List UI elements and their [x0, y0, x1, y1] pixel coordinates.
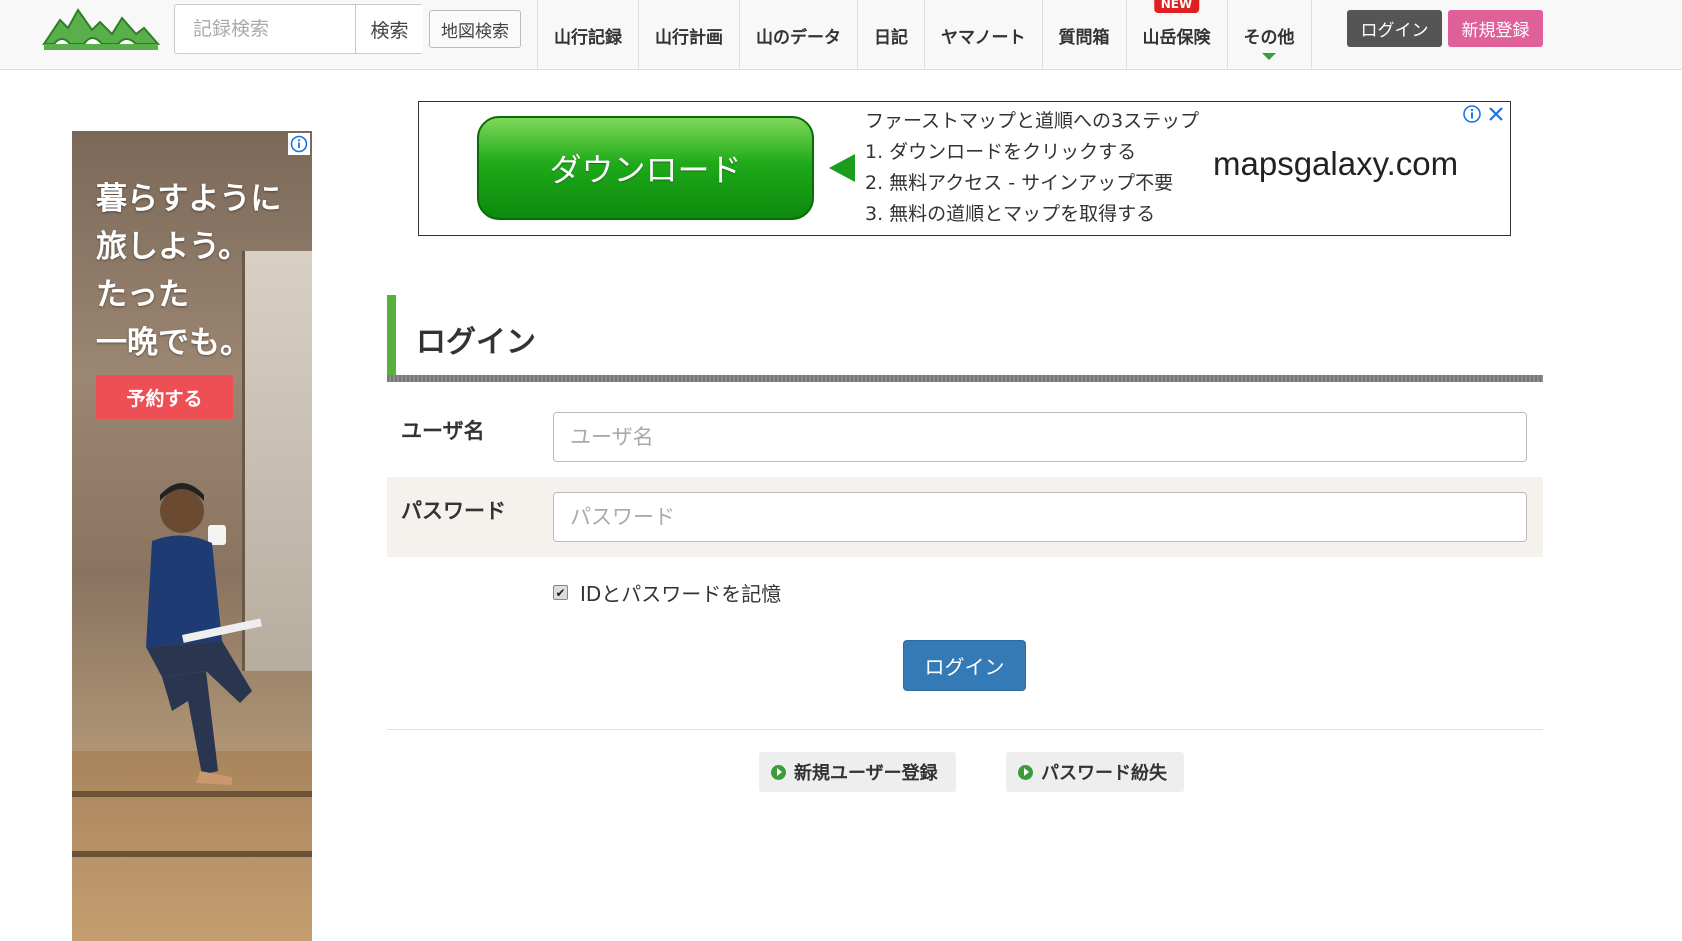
remember-checkbox[interactable]: ✔ [553, 585, 568, 600]
nav-label: 山のデータ [756, 27, 841, 48]
record-search-input[interactable] [175, 5, 355, 53]
ad-info-icon[interactable] [288, 133, 310, 155]
username-field[interactable] [553, 412, 1527, 462]
nav-insurance[interactable]: NEW 山岳保険 [1127, 0, 1228, 70]
ad-download-button[interactable]: ダウンロード [477, 116, 814, 220]
nav-label: 質問箱 [1058, 27, 1110, 48]
ad-copy-line: たった [96, 277, 189, 313]
login-section-heading: ログイン [387, 295, 1543, 375]
lost-password-link[interactable]: パスワード紛失 [1006, 752, 1184, 792]
side-ad-banner[interactable]: 暮らすように 旅しよう。 たった 一晩でも。 予約する [72, 131, 312, 941]
nav-records[interactable]: 山行記録 [538, 0, 639, 70]
ad-step: 1. ダウンロードをクリックする [865, 141, 1137, 163]
ad-domain: mapsgalaxy.com [1213, 145, 1459, 182]
divider [387, 729, 1543, 730]
caret-down-icon [1262, 53, 1276, 60]
header-register-button[interactable]: 新規登録 [1448, 10, 1543, 47]
password-label: パスワード [401, 499, 506, 523]
ad-steps: ファーストマップと道順への3ステップ 1. ダウンロードをクリックする 2. 無… [865, 106, 1199, 230]
nav-yamanote[interactable]: ヤマノート [925, 0, 1043, 70]
header-login-button[interactable]: ログイン [1347, 10, 1442, 47]
ad-person-illustration [146, 483, 262, 785]
ad-step: 3. 無料の道順とマップを取得する [865, 203, 1156, 225]
nav-label: ヤマノート [941, 27, 1026, 48]
nav-label: 山行計画 [655, 27, 723, 48]
ad-copy-line: 暮らすように [96, 181, 282, 217]
page: 検索 地図検索 山行記録 山行計画 山のデータ 日記 ヤマノート 質問箱 N [0, 0, 1682, 941]
ad-copy-line: 一晩でも。 [96, 325, 251, 361]
lost-password-link-label: パスワード紛失 [1041, 763, 1167, 784]
nav-diary[interactable]: 日記 [858, 0, 925, 70]
ad-info-icon[interactable] [1462, 104, 1482, 124]
search-button[interactable]: 検索 [355, 5, 423, 53]
arrow-left-icon [829, 154, 855, 182]
ad-copy-line: 旅しよう。 [96, 229, 250, 265]
register-link[interactable]: 新規ユーザー登録 [759, 752, 956, 792]
record-search-box: 検索 [174, 4, 423, 54]
play-circle-icon [771, 764, 786, 780]
username-row: ユーザ名 [387, 397, 1543, 477]
nav-questions[interactable]: 質問箱 [1043, 0, 1127, 70]
nav-label: 日記 [874, 27, 908, 48]
nav-label: その他 [1243, 27, 1295, 48]
ad-book-button[interactable]: 予約する [96, 375, 233, 419]
username-label: ユーザ名 [401, 419, 485, 443]
play-circle-icon [1018, 764, 1033, 780]
remember-label[interactable]: IDとパスワードを記憶 [580, 578, 781, 607]
site-header: 検索 地図検索 山行記録 山行計画 山のデータ 日記 ヤマノート 質問箱 N [0, 0, 1682, 70]
password-row: パスワード [387, 477, 1543, 557]
divider [387, 375, 1543, 382]
ad-close-icon[interactable] [1486, 104, 1506, 124]
register-link-label: 新規ユーザー登録 [794, 763, 938, 784]
top-ad-banner[interactable]: ダウンロード ファーストマップと道順への3ステップ 1. ダウンロードをクリック… [418, 101, 1511, 236]
nav-label: 山岳保険 [1142, 27, 1211, 48]
password-field[interactable] [553, 492, 1527, 542]
ad-copy: 暮らすように 旅しよう。 たった 一晩でも。 [96, 175, 281, 367]
page-title: ログイン [416, 325, 536, 360]
main-nav: 山行記録 山行計画 山のデータ 日記 ヤマノート 質問箱 NEW 山岳保険 その… [537, 0, 1312, 70]
nav-label: 山行記録 [554, 27, 622, 48]
nav-mountain-data[interactable]: 山のデータ [740, 0, 858, 70]
mountain-logo-icon[interactable] [40, 4, 162, 54]
new-badge: NEW [1153, 0, 1200, 13]
ad-step: 2. 無料アクセス - サインアップ不要 [865, 172, 1174, 194]
login-submit-button[interactable]: ログイン [903, 640, 1026, 691]
nav-other[interactable]: その他 [1228, 0, 1312, 70]
ad-controls [1462, 104, 1506, 124]
map-search-button[interactable]: 地図検索 [429, 10, 521, 48]
remember-option: ✔ IDとパスワードを記憶 [553, 578, 781, 607]
ad-step: ファーストマップと道順への3ステップ [865, 110, 1200, 132]
nav-plans[interactable]: 山行計画 [639, 0, 740, 70]
